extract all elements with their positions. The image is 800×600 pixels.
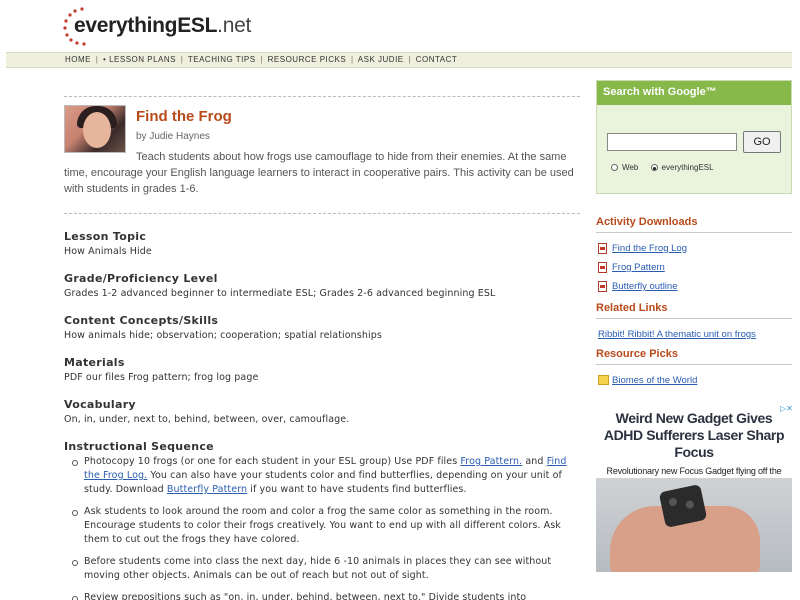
- list-item: Find the Frog Log: [596, 239, 792, 258]
- section-body: How Animals Hide: [64, 246, 152, 257]
- list-item: Frog Pattern: [596, 258, 792, 277]
- download-link[interactable]: Butterfly outline: [612, 281, 677, 292]
- section-vocabulary: Vocabulary On, in, under, next to, behin…: [64, 398, 580, 427]
- related-list: Ribbit! Ribbit! A thematic unit on frogs: [596, 325, 792, 344]
- picks-panel: Resource Picks Biomes of the World: [596, 348, 792, 390]
- divider: [64, 96, 580, 97]
- nav-separator: |: [408, 55, 411, 64]
- picks-heading: Resource Picks: [596, 348, 792, 365]
- ad-image[interactable]: [596, 478, 792, 572]
- ad-choices-icon[interactable]: ▷✕: [780, 404, 793, 414]
- nav-bar: HOME | • LESSON PLANS | TEACHING TIPS | …: [6, 52, 792, 68]
- related-link[interactable]: Ribbit! Ribbit! A thematic unit on frogs: [598, 329, 756, 340]
- pdf-icon: [598, 281, 607, 292]
- site-header: everythingESL.net HOME | • LESSON PLANS …: [0, 0, 800, 68]
- list-item: Photocopy 10 frogs (or one for each stud…: [70, 455, 580, 497]
- advertisement[interactable]: ▷✕ Weird New Gadget Gives ADHD Sufferers…: [596, 404, 793, 572]
- radio-web[interactable]: [611, 164, 618, 172]
- main-content: Find the Frog by Judie Haynes Teach stud…: [64, 96, 580, 600]
- pdf-icon: [598, 262, 607, 273]
- downloads-panel: Activity Downloads Find the Frog Log Fro…: [596, 216, 792, 296]
- download-link[interactable]: Find the Frog Log: [612, 243, 687, 254]
- section-materials: Materials PDF our files Frog pattern; fr…: [64, 356, 580, 385]
- radio-site-label: everythingESL: [661, 163, 714, 173]
- section-body: Grades 1-2 advanced beginner to intermed…: [64, 288, 496, 299]
- list-item: Ask students to look around the room and…: [70, 505, 580, 547]
- step-text: Photocopy 10 frogs (or one for each stud…: [84, 456, 461, 467]
- list-item: Butterfly outline: [596, 277, 792, 296]
- nav-lesson-plans[interactable]: • LESSON PLANS: [103, 55, 176, 64]
- article-title: Find the Frog: [136, 108, 232, 125]
- pick-link[interactable]: Biomes of the World: [612, 375, 697, 386]
- nav-separator: |: [260, 55, 263, 64]
- go-button[interactable]: GO: [743, 131, 781, 153]
- nav-home[interactable]: HOME: [65, 55, 91, 64]
- list-item: Review prepositions such as "on, in, und…: [70, 591, 580, 600]
- section-content-concepts: Content Concepts/Skills How animals hide…: [64, 314, 580, 343]
- nav-items: HOME | • LESSON PLANS | TEACHING TIPS | …: [65, 55, 457, 64]
- lesson-sections: Lesson Topic How Animals Hide Grade/Prof…: [64, 220, 580, 600]
- section-heading: Grade/Proficiency Level: [64, 272, 218, 285]
- downloads-heading: Activity Downloads: [596, 216, 792, 233]
- list-item: Before students come into class the next…: [70, 555, 580, 583]
- section-heading: Content Concepts/Skills: [64, 314, 219, 327]
- section-grade-level: Grade/Proficiency Level Grades 1-2 advan…: [64, 272, 580, 301]
- google-search-heading: Search with Google™: [597, 81, 791, 105]
- ad-title[interactable]: Weird New Gadget Gives ADHD Sufferers La…: [596, 404, 792, 461]
- butterfly-pattern-link[interactable]: Butterfly Pattern: [167, 484, 247, 495]
- section-heading: Instructional Sequence: [64, 440, 214, 453]
- nav-teaching-tips[interactable]: TEACHING TIPS: [188, 55, 256, 64]
- logo-main: everythingESL: [74, 14, 218, 37]
- section-body: PDF our files Frog pattern; frog log pag…: [64, 372, 259, 383]
- divider: [64, 213, 580, 214]
- related-panel: Related Links Ribbit! Ribbit! A thematic…: [596, 302, 792, 344]
- search-input[interactable]: [607, 133, 737, 151]
- section-lesson-topic: Lesson Topic How Animals Hide: [64, 230, 580, 259]
- nav-separator: |: [95, 55, 99, 64]
- search-scope-radios: Web everythingESL: [611, 163, 724, 172]
- sidebar: Search with Google™ GO Web everythingESL…: [596, 80, 792, 390]
- list-item: Biomes of the World: [596, 371, 792, 390]
- nav-contact[interactable]: CONTACT: [416, 55, 458, 64]
- section-body: On, in, under, next to, behind, between,…: [64, 414, 350, 425]
- photo-face: [83, 112, 111, 148]
- step-text: and: [522, 456, 547, 467]
- nav-ask-judie[interactable]: ASK JUDIE: [358, 55, 404, 64]
- section-heading: Vocabulary: [64, 398, 136, 411]
- related-heading: Related Links: [596, 302, 792, 319]
- google-search-box: Search with Google™ GO Web everythingESL: [596, 80, 792, 194]
- section-body: How animals hide; observation; cooperati…: [64, 330, 382, 341]
- picks-list: Biomes of the World: [596, 371, 792, 390]
- article-byline: by Judie Haynes: [136, 131, 210, 142]
- nav-separator: |: [180, 55, 184, 64]
- downloads-list: Find the Frog Log Frog Pattern Butterfly…: [596, 239, 792, 296]
- download-link[interactable]: Frog Pattern: [612, 262, 665, 273]
- frog-pattern-link[interactable]: Frog Pattern.: [460, 456, 522, 467]
- logo-ext: .net: [217, 14, 251, 37]
- article-intro: Find the Frog by Judie Haynes Teach stud…: [64, 105, 580, 213]
- radio-site[interactable]: [650, 164, 658, 172]
- nav-separator: |: [350, 55, 354, 64]
- section-heading: Materials: [64, 356, 125, 369]
- author-photo: [64, 105, 126, 153]
- section-instructional-sequence: Instructional Sequence Photocopy 10 frog…: [64, 440, 580, 600]
- list-item: Ribbit! Ribbit! A thematic unit on frogs: [596, 325, 792, 344]
- pdf-icon: [598, 243, 607, 254]
- article-intro-text: Teach students about how frogs use camou…: [64, 151, 574, 195]
- nav-resource-picks[interactable]: RESOURCE PICKS: [268, 55, 347, 64]
- radio-web-label: Web: [622, 163, 639, 173]
- section-heading: Lesson Topic: [64, 230, 147, 243]
- logo-text: everythingESL.net: [74, 14, 251, 38]
- steps-list: Photocopy 10 frogs (or one for each stud…: [70, 455, 580, 600]
- step-text: if you want to have students find butter…: [247, 484, 467, 495]
- book-icon: [598, 375, 609, 385]
